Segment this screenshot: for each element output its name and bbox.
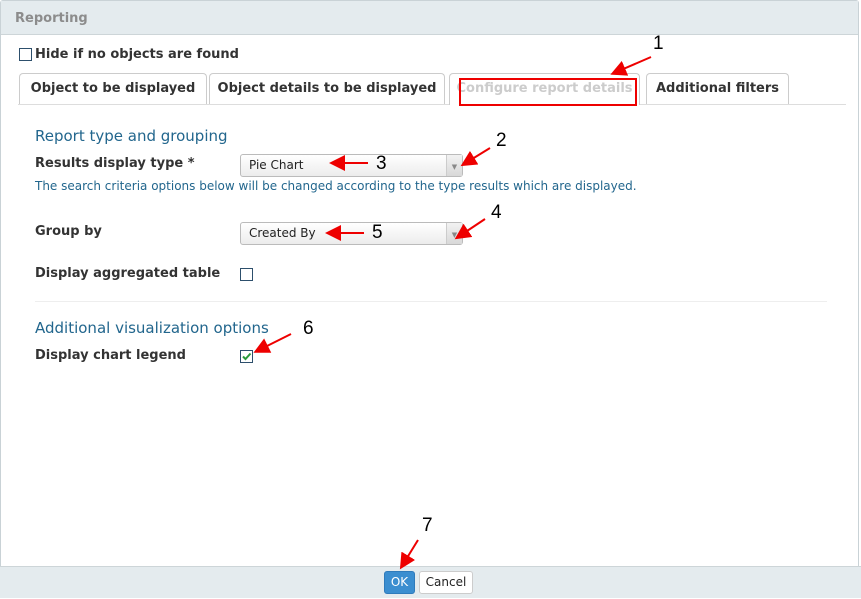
annotation-number-4: 4 bbox=[491, 202, 502, 223]
annotation-arrow-7 bbox=[399, 539, 419, 570]
annotation-number-1: 1 bbox=[653, 33, 664, 54]
annotation-number-3: 3 bbox=[376, 153, 387, 174]
annotation-arrows bbox=[253, 56, 652, 570]
annotation-arrow-6 bbox=[253, 333, 292, 353]
annotation-arrow-4 bbox=[454, 218, 486, 240]
annotation-number-5: 5 bbox=[372, 222, 383, 243]
annotation-arrow-1 bbox=[610, 56, 652, 76]
annotation-number-2: 2 bbox=[496, 130, 507, 151]
annotation-arrow-2 bbox=[460, 147, 491, 167]
annotation-number-7: 7 bbox=[422, 515, 433, 536]
annotation-number-6: 6 bbox=[303, 318, 314, 339]
